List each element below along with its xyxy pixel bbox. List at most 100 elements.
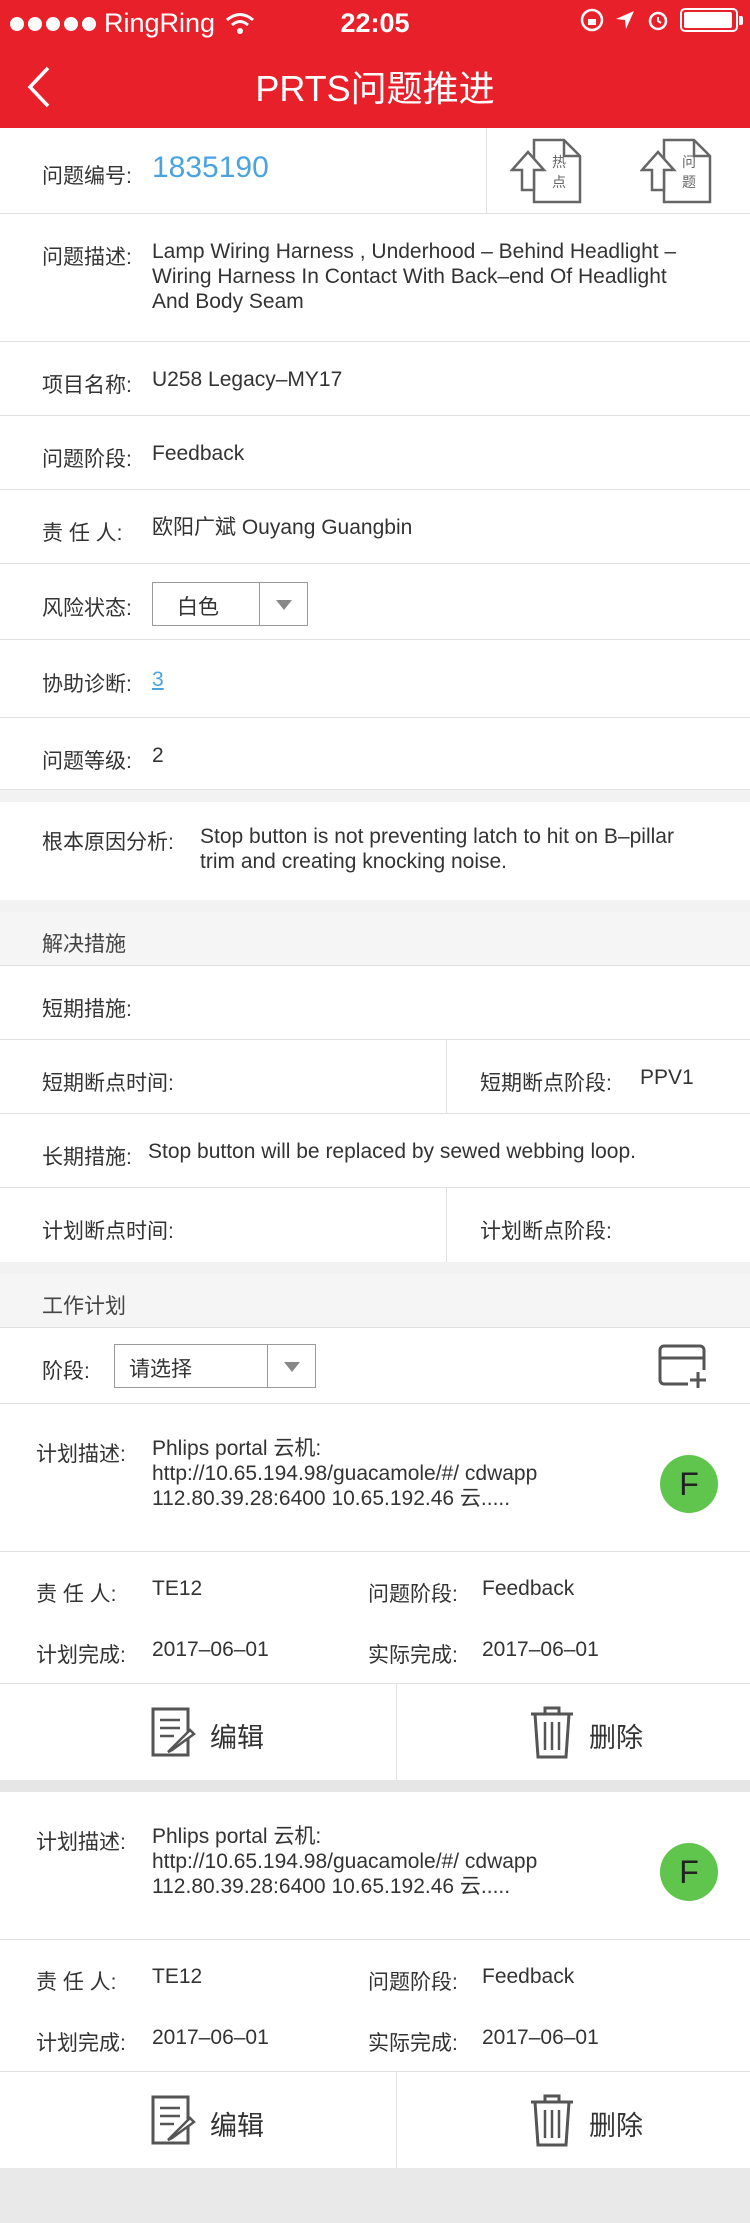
work-plan-stage-label: 阶段: (42, 1360, 90, 1383)
plan-owner-value: TE12 (152, 1577, 203, 1600)
divider (0, 1780, 750, 1792)
upload-hotspot-label-1: 热 (552, 154, 566, 170)
project-label: 项目名称: (42, 374, 132, 397)
edit-button[interactable]: 编辑 (0, 2072, 396, 2168)
chevron-down-icon (259, 583, 307, 625)
plan-owner-label: 责 任 人: (36, 1583, 117, 1606)
divider (0, 790, 750, 802)
chevron-down-icon (267, 1345, 315, 1387)
edit-icon (151, 1707, 196, 1757)
short-breakpoint-time-label: 短期断点时间: (42, 1072, 174, 1095)
upload-hotspot-label-2: 点 (552, 174, 566, 190)
divider (0, 900, 750, 912)
status-bar: RingRing 22:05 (0, 0, 750, 48)
plan-owner-label: 责 任 人: (36, 1971, 117, 1994)
edit-button-label: 编辑 (210, 2111, 264, 2141)
plan-breakpoint-row: 计划断点时间: 计划断点阶段: (0, 1188, 750, 1262)
short-breakpoint-row: 短期断点时间: 短期断点阶段: PPV1 (0, 1040, 750, 1114)
project-row: 项目名称: U258 Legacy–MY17 (0, 342, 750, 416)
project-value: U258 Legacy–MY17 (152, 368, 343, 391)
actual-done-value: 2017–06–01 (482, 2026, 599, 2049)
plan-card-details: 责 任 人: TE12 问题阶段: Feedback 计划完成: 2017–06… (0, 1552, 750, 1684)
work-plan-header: 工作计划 (42, 1295, 126, 1318)
plan-desc-value: Phlips portal 云机: http://10.65.194.98/gu… (152, 1437, 538, 1510)
plan-card-actions: 编辑 删除 (0, 1684, 750, 1780)
work-plan-section-header: 工作计划 (0, 1274, 750, 1328)
risk-select-value: 白色 (177, 596, 219, 619)
owner-label: 责 任 人: (42, 522, 123, 545)
plan-card: 计划描述: Phlips portal 云机: http://10.65.194… (0, 1404, 750, 1552)
risk-select[interactable]: 白色 (152, 582, 308, 626)
root-cause-row: 根本原因分析: Stop button is not preventing la… (0, 802, 750, 900)
bottom-spacer (0, 2168, 750, 2223)
plan-done-value: 2017–06–01 (152, 2026, 269, 2049)
delete-button-label: 删除 (589, 1723, 643, 1753)
root-cause-label: 根本原因分析: (42, 831, 174, 854)
plan-card: 计划描述: Phlips portal 云机: http://10.65.194… (0, 1792, 750, 1940)
long-term-value: Stop button will be replaced by sewed we… (148, 1140, 636, 1163)
page-title: PRTS问题推进 (255, 68, 495, 109)
level-value: 2 (152, 744, 164, 767)
level-row: 问题等级: 2 (0, 718, 750, 790)
assist-label: 协助诊断: (42, 673, 132, 696)
work-plan-stage-row: 阶段: 请选择 (0, 1328, 750, 1404)
solution-section-header: 解决措施 (0, 912, 750, 966)
plan-card-actions: 编辑 删除 (0, 2072, 750, 2168)
work-plan-stage-select[interactable]: 请选择 (114, 1344, 316, 1388)
owner-value: 欧阳广斌 Ouyang Guangbin (152, 516, 413, 539)
plan-stage-value: Feedback (482, 1577, 575, 1600)
delete-button[interactable]: 删除 (397, 2072, 750, 2168)
plan-desc-value: Phlips portal 云机: http://10.65.194.98/gu… (152, 1825, 538, 1898)
avatar: F (660, 1843, 718, 1901)
plan-breakpoint-time-label: 计划断点时间: (42, 1220, 174, 1243)
battery-icon (680, 8, 743, 32)
plan-done-label: 计划完成: (36, 2032, 126, 2055)
plan-desc-label: 计划描述: (36, 1443, 126, 1466)
upload-issue-icon (639, 138, 712, 204)
description-row: 问题描述: Lamp Wiring Harness , Underhood – … (0, 214, 750, 342)
trash-icon (531, 2094, 573, 2147)
risk-label: 风险状态: (42, 597, 132, 620)
alarm-icon (648, 11, 668, 31)
upload-issue-label-2: 题 (682, 174, 696, 190)
short-term-row: 短期措施: (0, 966, 750, 1040)
plan-stage-value: Feedback (482, 1965, 575, 1988)
short-breakpoint-stage-value: PPV1 (640, 1066, 694, 1089)
description-label: 问题描述: (42, 246, 132, 269)
actual-done-label: 实际完成: (368, 1644, 458, 1667)
plan-card-details: 责 任 人: TE12 问题阶段: Feedback 计划完成: 2017–06… (0, 1940, 750, 2072)
actual-done-label: 实际完成: (368, 2032, 458, 2055)
plan-stage-label: 问题阶段: (368, 1971, 458, 1994)
risk-row: 风险状态: 白色 (0, 564, 750, 640)
plan-done-label: 计划完成: (36, 1644, 126, 1667)
plan-stage-label: 问题阶段: (368, 1583, 458, 1606)
plan-done-value: 2017–06–01 (152, 1638, 269, 1661)
upload-hotspot-button[interactable]: 热 点 (509, 138, 582, 204)
upload-issue-button[interactable]: 问 题 (639, 138, 712, 204)
edit-button[interactable]: 编辑 (0, 1684, 396, 1780)
assist-link[interactable]: 3 (152, 667, 164, 692)
delete-button[interactable]: 删除 (397, 1684, 750, 1780)
orientation-lock-icon (580, 8, 604, 32)
short-breakpoint-stage-label: 短期断点阶段: (480, 1072, 612, 1095)
assist-row: 协助诊断: 3 (0, 640, 750, 718)
location-icon (616, 11, 634, 29)
issue-number[interactable]: 1835190 (152, 153, 269, 183)
long-term-row: 长期措施: Stop button will be replaced by se… (0, 1114, 750, 1188)
avatar: F (660, 1455, 718, 1513)
work-plan-stage-select-value: 请选择 (129, 1358, 192, 1381)
upload-issue-label-1: 问 (682, 154, 696, 170)
plan-breakpoint-stage-label: 计划断点阶段: (480, 1220, 612, 1243)
solution-header: 解决措施 (42, 933, 126, 956)
edit-icon (151, 2095, 196, 2145)
actual-done-value: 2017–06–01 (482, 1638, 599, 1661)
long-term-label: 长期措施: (42, 1146, 132, 1169)
description-value: Lamp Wiring Harness , Underhood – Behind… (152, 240, 677, 313)
plan-desc-label: 计划描述: (36, 1831, 126, 1854)
stage-value: Feedback (152, 442, 245, 465)
delete-button-label: 删除 (589, 2111, 643, 2141)
add-plan-icon[interactable] (658, 1344, 710, 1390)
stage-row: 问题阶段: Feedback (0, 416, 750, 490)
upload-hotspot-icon (509, 138, 582, 204)
short-term-label: 短期措施: (42, 998, 132, 1021)
